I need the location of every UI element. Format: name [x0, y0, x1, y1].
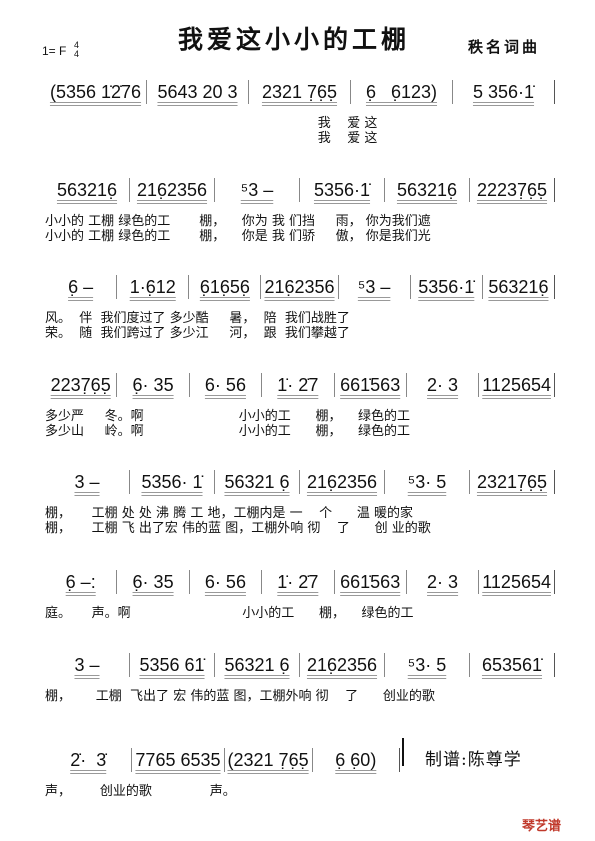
- measure: 5643 20 3: [147, 80, 249, 104]
- score-row: 6̣ –1·6̣12 6̣16̣56̣ 216̣2356 ⁵3 –5356·1̇ 563…: [45, 273, 556, 299]
- lyric-line: 我 爱 这: [45, 131, 378, 146]
- measure: ⁵3 –: [339, 275, 411, 299]
- measure: 2· 3: [407, 373, 480, 397]
- measure: 6̣16̣56̣: [189, 275, 262, 299]
- measure: 653561̇: [470, 653, 555, 677]
- measure: 56321 6̣: [215, 653, 300, 677]
- measure: 7765 6535: [132, 748, 225, 772]
- measure: 2· 3: [407, 570, 480, 594]
- measure: 5356·1̇: [411, 275, 483, 299]
- measure: 6· 56: [190, 570, 263, 594]
- measure: 2237̣6̣5̣: [45, 373, 118, 397]
- measure: 563216̣: [385, 178, 470, 202]
- measure: 661̇563: [335, 373, 407, 397]
- measure: 5356 61̇: [130, 653, 215, 677]
- score-row: 3 –5356· 1̇ 56321 6̣ 216̣2356 ⁵3· 5 23217̣6̣…: [45, 468, 555, 494]
- song-title: 我爱这小小的工棚: [178, 25, 411, 54]
- lyric-line: 多少山 岭。啊 小小的工 棚， 绿色的工: [45, 424, 411, 439]
- measure: 2321 7̣6̣5̣: [249, 80, 351, 104]
- measure: 5 356·1̇: [453, 80, 555, 104]
- watermark-logo: 琴艺谱: [522, 818, 562, 833]
- score-row: 3 –5356 61̇ 56321 6̣ 216̣2356 ⁵3· 5 653561̇: [45, 651, 555, 677]
- measure: 2̇· 3̇: [45, 748, 133, 772]
- score-row: (5356 1̇2̇76 5643 20 3 2321 7̣6̣5̣ 6̣ 6̣123…: [45, 78, 555, 104]
- measure: (5356 1̇2̇76: [45, 80, 147, 104]
- measure: ⁵3· 5: [385, 470, 470, 494]
- composer-credit: 秩名词曲: [468, 38, 541, 56]
- measure: 216̣2356: [300, 653, 385, 677]
- lyric-line: 庭。 声。啊 小小的工 棚， 绿色的工: [45, 606, 414, 621]
- measure: (2321 7̣6̣5̣: [225, 748, 313, 772]
- score-row: 2237̣6̣5̣ 6̣· 35 6· 56 1̇· 2̇7 661̇563 2· 3 11…: [45, 371, 555, 397]
- measure: ⁵3· 5: [385, 653, 470, 677]
- measure: 6̣ –: [45, 275, 118, 299]
- measure: 1125654: [479, 373, 555, 397]
- lyric-line: 棚， 工棚 飞 出了宏 伟的蓝 图，工棚外响 彻 了 创 业的歌: [45, 521, 431, 536]
- lyric-line: 荣。 随 我们跨过了 多少江 河， 跟 我们攀越了: [45, 326, 350, 341]
- lyric-line: 棚， 工棚 飞出了 宏 伟的蓝 图，工棚外响 彻 了 创业的歌: [45, 689, 435, 704]
- measure: ⁵3 –: [215, 178, 300, 202]
- measure: 1̇· 2̇7: [262, 570, 335, 594]
- measure: 1̇· 2̇7: [262, 373, 335, 397]
- measure: 22237̣6̣5̣: [470, 178, 555, 202]
- time-signature: 4 4: [74, 41, 79, 59]
- measure: 56321 6̣: [215, 470, 300, 494]
- measure: 5356·1̇: [300, 178, 385, 202]
- score-row: 6̣ –: 6̣· 35 6· 56 1̇· 2̇7 661̇563 2· 3 112565…: [45, 568, 555, 594]
- measure: 3 –: [45, 470, 130, 494]
- key-signature: 1= F: [42, 44, 67, 58]
- measure: 6̣· 35: [117, 570, 190, 594]
- measure: 6̣ 6̣0): [313, 748, 401, 772]
- measure: 6· 56: [190, 373, 263, 397]
- measure: 6̣ –:: [45, 570, 118, 594]
- measure: 216̣2356: [261, 275, 339, 299]
- measure: 216̣2356: [130, 178, 215, 202]
- measure: 6̣ 6̣123): [351, 80, 453, 104]
- measure: 1125654: [479, 570, 555, 594]
- score-row: 2̇· 3̇ 7765 6535 (2321 7̣6̣5̣ 6̣ 6̣0): [45, 746, 401, 772]
- transcriber-credit: 制谱:陈尊学: [425, 750, 522, 770]
- measure: 5356· 1̇: [130, 470, 215, 494]
- sheet-music-page: 我爱这小小的工棚 秩名词曲 1= F 4 4 (5356 1̇2̇76 5643 …: [0, 0, 595, 841]
- score-row: 563216̣ 216̣2356 ⁵3 –5356·1̇ 563216̣ 22237̣6…: [45, 176, 555, 202]
- lyric-line: 声， 创业的歌 声。: [45, 784, 236, 799]
- measure: 563216̣: [45, 178, 130, 202]
- measure: 563216̣: [483, 275, 556, 299]
- measure: 1·6̣12: [117, 275, 190, 299]
- final-barline: [402, 738, 404, 766]
- lyric-line: 小小的 工棚 绿色的工 棚， 你是 我 们骄 傲， 你是我们光: [45, 229, 431, 244]
- measure: 23217̣6̣5̣: [470, 470, 555, 494]
- measure: 6̣· 35: [117, 373, 190, 397]
- time-sig-bottom: 4: [74, 49, 80, 59]
- measure: 3 –: [45, 653, 130, 677]
- measure: 661̇563: [335, 570, 407, 594]
- measure: 216̣2356: [300, 470, 385, 494]
